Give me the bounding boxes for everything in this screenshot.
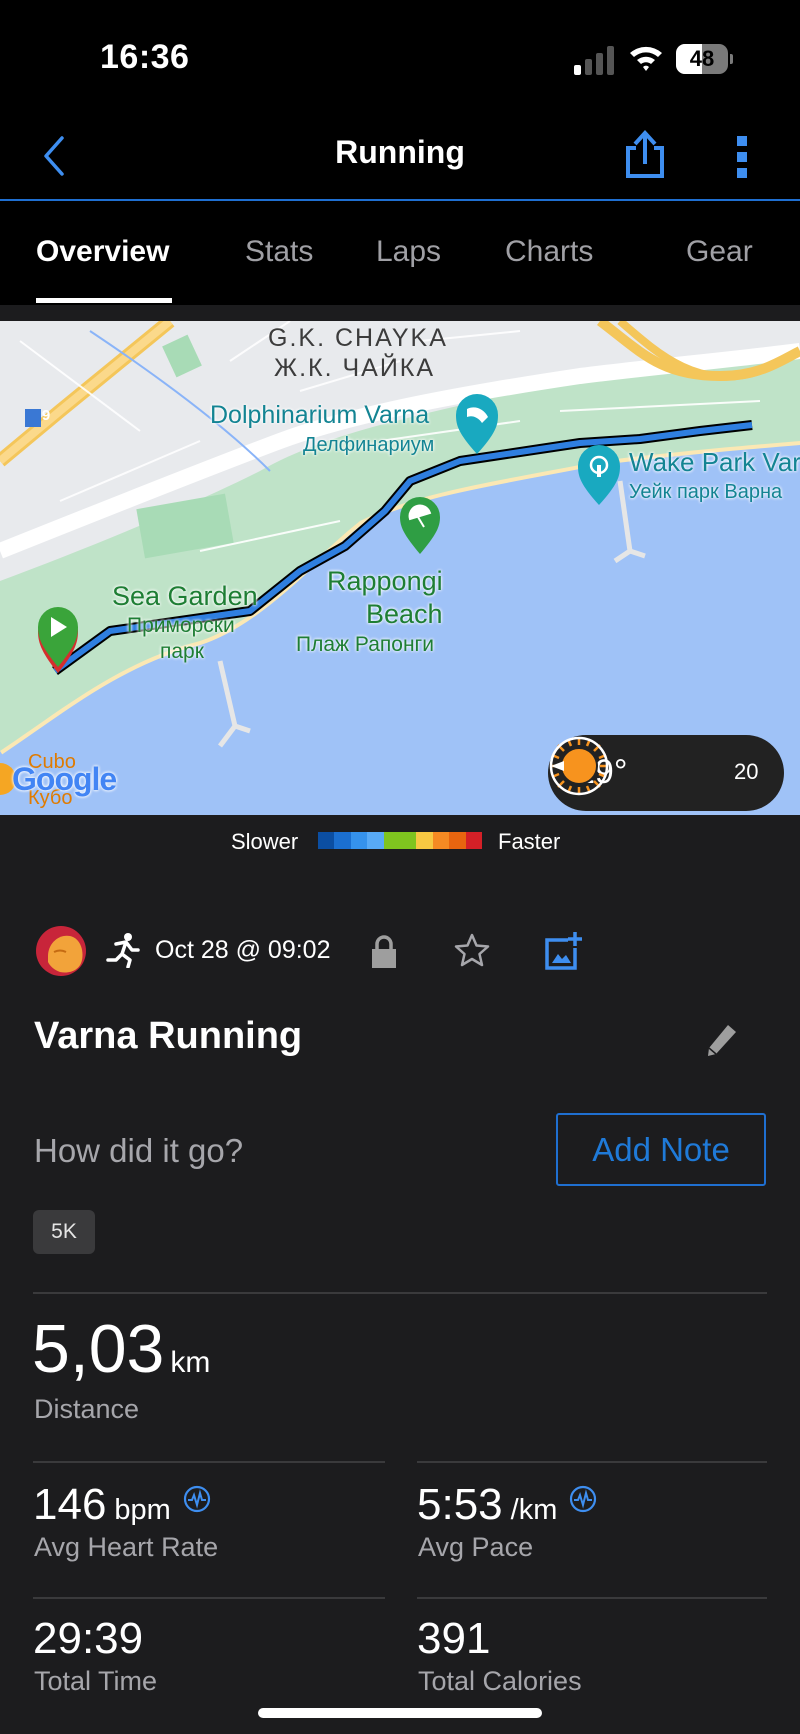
route-map[interactable]: 9 G.K. CHAYKA Ж.К. ЧАЙКА Dolphinarium Va… [0, 321, 800, 815]
heart-rate-sensor-icon[interactable] [183, 1485, 211, 1513]
status-time: 16:36 [100, 38, 190, 76]
tag-chip[interactable]: 5K [33, 1210, 95, 1254]
avg-pace-value: 5:53 [417, 1480, 503, 1529]
home-indicator[interactable] [258, 1708, 542, 1718]
tab-bar-spacer [0, 305, 800, 321]
map-label-beach-bg: Плаж Рапонги [296, 633, 434, 656]
note-prompt: How did it go? [34, 1132, 244, 1169]
map-label-seagarden-bg-1: Приморски [127, 614, 235, 637]
pace-color-segment [350, 832, 368, 849]
weather-badge: 19° 20 [548, 735, 784, 811]
divider [417, 1597, 767, 1599]
battery-indicator: 48 [676, 44, 734, 74]
divider [33, 1597, 385, 1599]
total-calories-value: 391 [417, 1614, 491, 1663]
avg-heart-rate-stat: 146 bpm [33, 1480, 211, 1530]
active-tab-indicator [36, 298, 172, 303]
divider [33, 1292, 767, 1294]
tab-stats[interactable]: Stats [245, 235, 313, 269]
wifi-icon [630, 46, 662, 71]
pace-color-segment [318, 832, 335, 849]
wind-direction-icon [549, 736, 609, 796]
road-number-label: 9 [41, 407, 51, 424]
share-button[interactable] [620, 130, 670, 180]
legend-faster-label: Faster [498, 829, 561, 854]
green-patch [162, 334, 202, 378]
map-label-district-bg: Ж.К. ЧАЙКА [274, 354, 436, 382]
add-note-button[interactable]: Add Note [556, 1113, 766, 1186]
map-label-wakepark-bg: Уейк парк Варна [629, 481, 783, 503]
map-label-seagarden-en: Sea Garden [112, 581, 258, 611]
total-calories-stat: 391 [417, 1614, 490, 1664]
tab-charts[interactable]: Charts [505, 235, 593, 269]
map-label-dolphinarium-bg: Делфинариум [303, 434, 435, 456]
pace-color-segment [383, 832, 401, 849]
tab-gear[interactable]: Gear [686, 235, 753, 269]
avatar[interactable] [36, 926, 86, 976]
divider [417, 1461, 767, 1463]
pace-color-segment [416, 832, 433, 849]
avg-hr-value: 146 [33, 1480, 107, 1529]
star-icon[interactable] [454, 932, 490, 968]
avg-pace-label: Avg Pace [418, 1532, 534, 1562]
status-bar: 16:36 48 [0, 0, 800, 110]
map-label-district-en: G.K. CHAYKA [268, 324, 448, 352]
pace-color-segment [367, 832, 384, 849]
distance-stat: 5,03 km [32, 1310, 210, 1388]
avg-pace-stat: 5:53 /km [417, 1480, 597, 1530]
activity-title: Varna Running [34, 1015, 303, 1057]
total-calories-label: Total Calories [418, 1666, 582, 1696]
map-label-beach-en-1: Rappongi [327, 566, 443, 596]
distance-unit: km [170, 1346, 211, 1379]
total-time-label: Total Time [34, 1666, 158, 1696]
tab-overview[interactable]: Overview [36, 235, 169, 269]
map-label-dolphinarium-en: Dolphinarium Varna [210, 401, 430, 429]
map-label-beach-en-2: Beach [366, 599, 443, 629]
page-title: Running [335, 134, 465, 170]
lock-icon[interactable] [370, 934, 398, 968]
pace-color-segment [334, 832, 351, 849]
tab-bar: Overview Stats Laps Charts Gear [0, 201, 800, 305]
more-options-button[interactable] [726, 132, 758, 182]
pace-color-scale [318, 832, 483, 849]
pencil-icon[interactable] [706, 1022, 738, 1058]
avg-hr-label: Avg Heart Rate [34, 1532, 219, 1562]
lion-avatar-icon [48, 935, 83, 973]
tab-laps[interactable]: Laps [376, 235, 441, 269]
battery-level: 48 [689, 46, 715, 71]
pace-sensor-icon[interactable] [569, 1485, 597, 1513]
map-label-wakepark-en: Wake Park Varna [629, 447, 800, 477]
distance-value: 5,03 [32, 1311, 165, 1387]
avg-hr-unit: bpm [114, 1494, 171, 1526]
divider [33, 1461, 385, 1463]
pace-color-segment [449, 832, 466, 849]
total-time-stat: 29:39 [33, 1614, 143, 1664]
google-attribution: Google [12, 761, 117, 797]
map-label-seagarden-bg-2: парк [160, 640, 204, 663]
pace-color-segment [400, 832, 417, 849]
pace-color-segment [432, 832, 450, 849]
add-photo-icon[interactable] [544, 930, 582, 970]
legend-slower-label: Slower [231, 829, 299, 854]
wind-speed: 20 [734, 759, 759, 784]
distance-label: Distance [34, 1394, 140, 1424]
cellular-signal-icon [574, 46, 614, 75]
running-icon [106, 933, 140, 968]
pace-color-segment [465, 832, 483, 849]
avg-pace-unit: /km [510, 1494, 558, 1526]
total-time-value: 29:39 [33, 1614, 144, 1663]
nav-bar: Running [0, 110, 800, 201]
activity-date: Oct 28 @ 09:02 [155, 936, 331, 964]
pace-legend: Slower Faster [0, 815, 800, 867]
